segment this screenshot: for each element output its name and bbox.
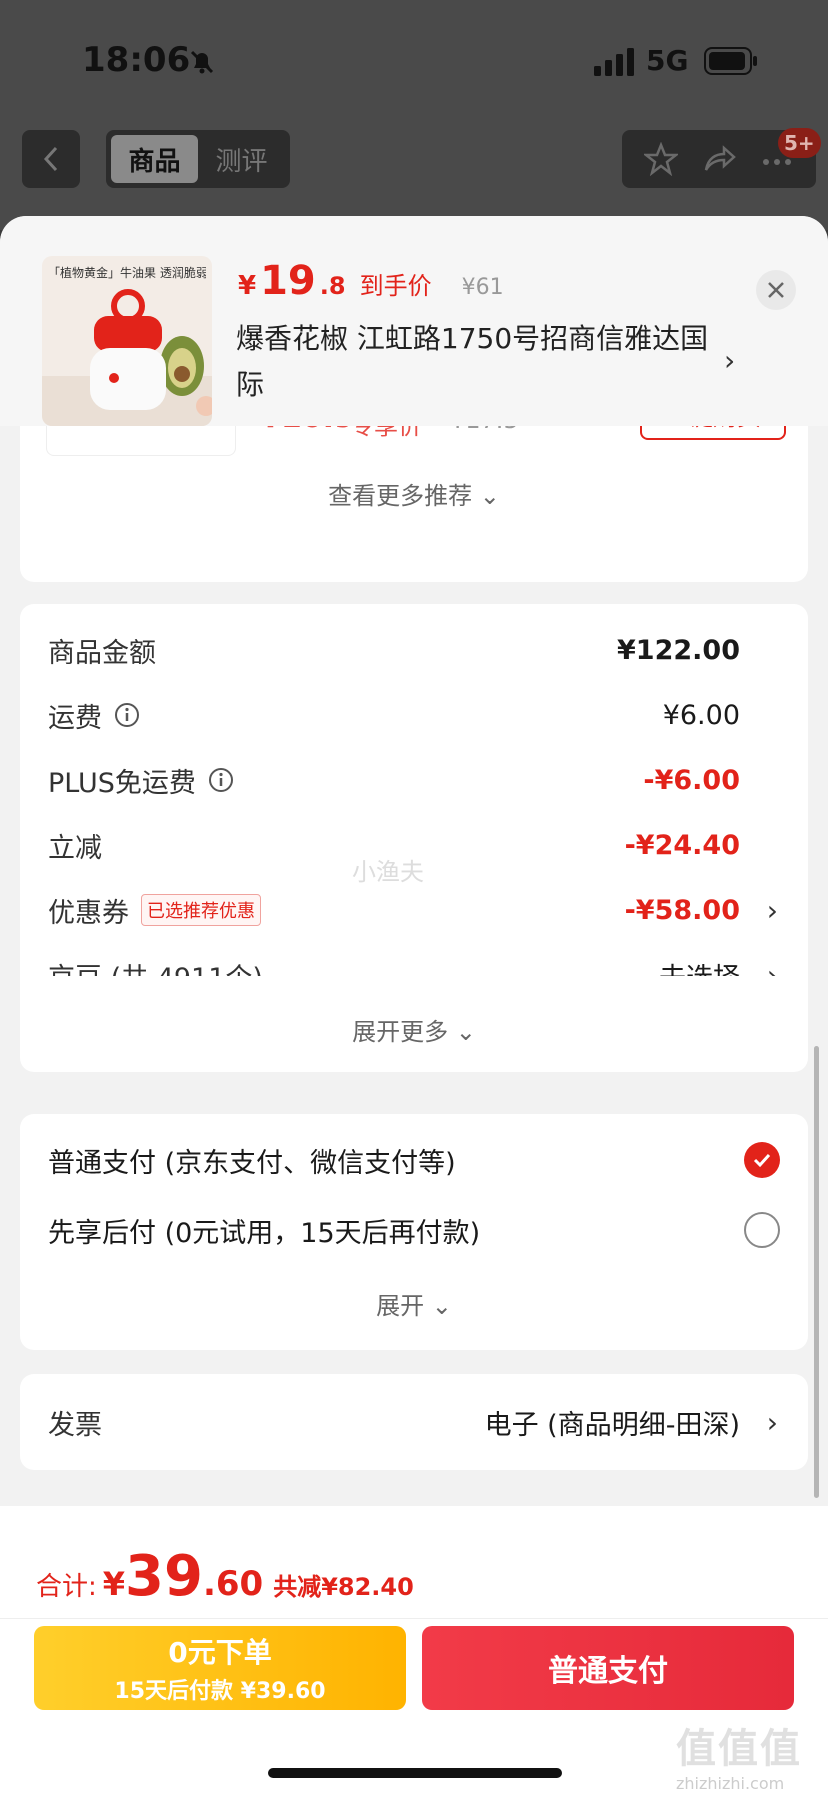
- tab-product[interactable]: 商品: [111, 135, 198, 183]
- price-currency: ¥: [238, 271, 257, 301]
- total-label: 合计:: [36, 1572, 97, 1602]
- summary-value: -¥24.40: [624, 829, 740, 861]
- watermark-text: 小渔夫: [352, 858, 424, 886]
- star-icon[interactable]: [644, 142, 678, 176]
- bell-off-icon: [190, 50, 214, 74]
- product-header: 「植物黄金」牛油果 透润脆弱肌 ¥ 19 .8 到手价 ¥61 爆香花椒 江虹路…: [0, 216, 828, 426]
- address-chevron-icon: ›: [724, 344, 736, 377]
- coupon-badge: 已选推荐优惠: [141, 894, 261, 926]
- original-price: ¥61: [461, 275, 504, 300]
- signal-icon: [594, 48, 634, 76]
- summary-row-plus-shipping: PLUS免运费 -¥6.00: [48, 760, 780, 800]
- total-currency: ¥: [102, 1565, 126, 1603]
- tab-review[interactable]: 测评: [198, 135, 285, 183]
- close-icon: [768, 282, 784, 298]
- watermark-logo-url: zhizhizhi.com: [676, 1774, 785, 1793]
- chevron-left-icon: [43, 146, 58, 172]
- order-summary-card-footer: 展开更多 ⌄: [20, 976, 808, 1072]
- chevron-right-icon: ›: [766, 893, 778, 927]
- summary-label: 运费: [48, 702, 102, 734]
- background-page: 18:06 5G 商品 测评 5+: [0, 0, 828, 230]
- payment-option-later[interactable]: 先享后付 (0元试用，15天后再付款): [48, 1210, 780, 1250]
- status-time: 18:06: [82, 40, 191, 80]
- delivery-address[interactable]: 爆香花椒 江虹路1750号招商信雅达国际: [236, 316, 716, 408]
- checkout-sheet: ¥10.9 专享价 ¥17.5 一键购买 查看更多推荐 ⌄ 「植物黄金」牛油果 …: [0, 216, 828, 1796]
- payment-method-card: 普通支付 (京东支付、微信支付等) 先享后付 (0元试用，15天后再付款) 展开…: [20, 1114, 808, 1350]
- radio-checked-icon[interactable]: [744, 1142, 780, 1178]
- invoice-value: 电子 (商品明细-田深): [484, 1409, 740, 1441]
- summary-row-coupon[interactable]: 优惠券 已选推荐优惠 -¥58.00 ›: [48, 890, 780, 930]
- summary-label: PLUS免运费: [48, 767, 196, 799]
- checkout-bar: 合计: ¥ 39 .60 共减¥82.40 0元下单 15天后付款 ¥39.60…: [0, 1506, 828, 1796]
- info-icon[interactable]: [208, 767, 234, 793]
- network-label: 5G: [646, 44, 689, 77]
- payment-option-label: 普通支付 (京东支付、微信支付等): [48, 1147, 456, 1179]
- summary-label: 商品金额: [48, 637, 156, 669]
- final-price-tag: 到手价: [359, 272, 432, 300]
- total-saved: 共减¥82.40: [273, 1573, 414, 1601]
- share-icon[interactable]: [702, 142, 736, 176]
- payment-expand-link[interactable]: 展开 ⌄: [20, 1286, 808, 1321]
- summary-label: 优惠券: [48, 897, 129, 929]
- price-decimal: .8: [319, 272, 346, 300]
- product-tabs: 商品 测评: [106, 130, 290, 188]
- pay-now-button[interactable]: 普通支付: [422, 1626, 794, 1710]
- total-integer: 39: [125, 1544, 203, 1609]
- watermark-logo-text: 值值值: [676, 1726, 802, 1772]
- summary-value: ¥6.00: [662, 699, 740, 731]
- product-jar-icon: [42, 289, 212, 426]
- back-button[interactable]: [22, 130, 80, 188]
- pay-later-subtitle: 15天后付款 ¥39.60: [114, 1679, 326, 1704]
- home-indicator: [268, 1768, 562, 1778]
- watermark-logo: 值值值 zhizhizhi.com: [676, 1716, 826, 1793]
- expand-more-link[interactable]: 展开更多 ⌄: [20, 1012, 808, 1047]
- product-price: ¥ 19 .8 到手价 ¥61: [238, 258, 504, 304]
- close-button[interactable]: [756, 270, 796, 310]
- invoice-label: 发票: [48, 1409, 102, 1441]
- product-image: 「植物黄金」牛油果 透润脆弱肌: [42, 256, 212, 426]
- payment-option-normal[interactable]: 普通支付 (京东支付、微信支付等): [48, 1140, 780, 1180]
- divider: [0, 1618, 828, 1619]
- pay-later-title: 0元下单: [168, 1636, 272, 1669]
- summary-label: 立减: [48, 832, 102, 864]
- radio-unchecked-icon[interactable]: [744, 1212, 780, 1248]
- battery-icon: [704, 47, 757, 75]
- pay-later-button[interactable]: 0元下单 15天后付款 ¥39.60: [34, 1626, 406, 1710]
- price-integer: 19: [260, 258, 316, 304]
- summary-value: -¥6.00: [643, 764, 740, 796]
- notification-badge: 5+: [778, 128, 821, 158]
- invoice-row[interactable]: 发票 电子 (商品明细-田深) ›: [48, 1402, 780, 1442]
- order-summary-card: 商品金额 ¥122.00 运费 ¥6.00 PLUS免运费 -¥6.00 立减 …: [20, 604, 808, 998]
- more-recommendations-link[interactable]: 查看更多推荐 ⌄: [20, 476, 808, 511]
- summary-row-shipping: 运费 ¥6.00: [48, 695, 780, 735]
- summary-value: ¥122.00: [617, 634, 740, 666]
- info-icon[interactable]: [114, 702, 140, 728]
- summary-row-goods: 商品金额 ¥122.00: [48, 630, 780, 670]
- order-total: 合计: ¥ 39 .60 共减¥82.40: [36, 1544, 414, 1609]
- summary-value: -¥58.00: [624, 894, 740, 926]
- scrollbar[interactable]: [814, 1046, 819, 1498]
- invoice-card[interactable]: 发票 电子 (商品明细-田深) ›: [20, 1374, 808, 1470]
- total-decimal: .60: [202, 1564, 264, 1604]
- chevron-right-icon: ›: [766, 1405, 778, 1439]
- payment-option-label: 先享后付 (0元试用，15天后再付款): [48, 1217, 481, 1249]
